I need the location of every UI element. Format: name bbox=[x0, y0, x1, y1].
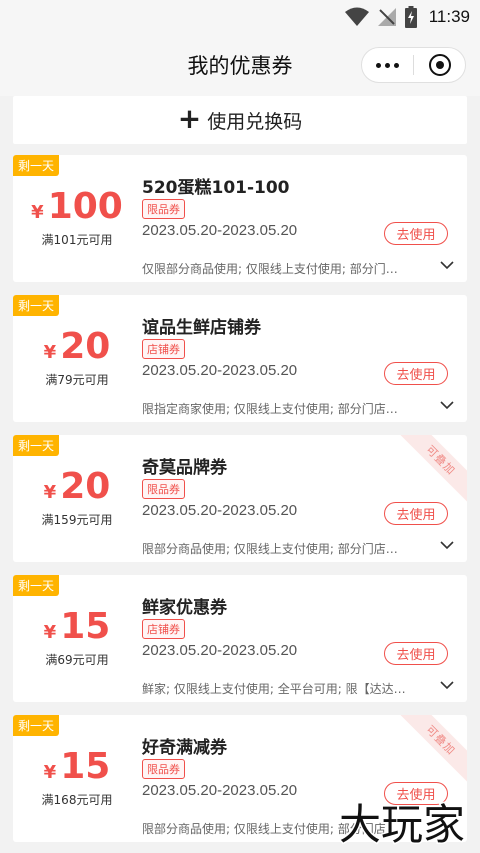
expiry-badge: 剩一天 bbox=[13, 715, 60, 736]
coupon-amount-box: ¥15 满168元可用 bbox=[13, 749, 141, 808]
use-coupon-button[interactable]: 去使用 bbox=[384, 642, 448, 665]
coupon-amount-box: ¥15 满69元可用 bbox=[13, 609, 141, 668]
use-coupon-button[interactable]: 去使用 bbox=[384, 502, 448, 525]
coupon-tag: 限品券 bbox=[142, 199, 185, 219]
more-button[interactable] bbox=[362, 48, 413, 82]
chevron-down-icon[interactable] bbox=[439, 539, 455, 551]
min-spend: 满159元可用 bbox=[41, 513, 113, 527]
coupon-tag: 限品券 bbox=[142, 479, 185, 499]
min-spend: 满168元可用 bbox=[41, 793, 113, 807]
coupon-amount-box: ¥20 满159元可用 bbox=[13, 469, 141, 528]
close-button[interactable] bbox=[414, 48, 465, 82]
chevron-down-icon[interactable] bbox=[439, 259, 455, 271]
coupon-amount: 15 bbox=[60, 606, 111, 647]
coupon-amount: 20 bbox=[60, 466, 111, 507]
expiry-badge: 剩一天 bbox=[13, 435, 60, 456]
coupon-tag: 限品券 bbox=[142, 759, 185, 779]
currency-symbol: ¥ bbox=[43, 342, 57, 363]
coupon-date-range: 2023.05.20-2023.05.20 bbox=[142, 782, 298, 799]
coupon-amount-box: ¥20 满79元可用 bbox=[13, 329, 141, 388]
currency-symbol: ¥ bbox=[43, 482, 57, 503]
status-icons: 11:39 bbox=[344, 6, 470, 28]
coupon-title: 好奇满减券 bbox=[142, 738, 227, 758]
mini-program-capsule bbox=[361, 47, 466, 83]
coupon-description: 限指定商家使用; 仅限线上支付使用; 部分门店… bbox=[142, 402, 398, 416]
plus-icon: + bbox=[177, 101, 202, 135]
coupon-description: 仅限部分商品使用; 仅限线上支付使用; 部分门… bbox=[142, 262, 398, 276]
coupon-date-range: 2023.05.20-2023.05.20 bbox=[142, 222, 298, 239]
coupon-card[interactable]: 剩一天 可叠加 ¥20 满159元可用 奇莫品牌券 限品券 2023.05.20… bbox=[13, 435, 467, 562]
coupon-date-range: 2023.05.20-2023.05.20 bbox=[142, 362, 298, 379]
coupon-title: 奇莫品牌券 bbox=[142, 458, 227, 478]
coupon-card[interactable]: 剩一天 ¥15 满69元可用 鲜家优惠券 店铺券 2023.05.20-2023… bbox=[13, 575, 467, 702]
min-spend: 满101元可用 bbox=[41, 233, 113, 247]
signal-icon bbox=[377, 8, 396, 26]
coupon-amount: 15 bbox=[60, 746, 111, 787]
coupon-date-range: 2023.05.20-2023.05.20 bbox=[142, 642, 298, 659]
coupon-tag: 店铺券 bbox=[142, 619, 185, 639]
redeem-code-label: 使用兑换码 bbox=[207, 110, 303, 133]
stackable-ribbon: 可叠加 bbox=[399, 715, 467, 782]
wifi-icon bbox=[344, 7, 369, 26]
coupon-date-range: 2023.05.20-2023.05.20 bbox=[142, 502, 298, 519]
expiry-badge: 剩一天 bbox=[13, 155, 60, 176]
more-icon bbox=[376, 62, 381, 68]
coupon-description: 限部分商品使用; 仅限线上支付使用; 部分门店… bbox=[142, 542, 398, 556]
status-bar: 11:39 bbox=[0, 0, 480, 34]
expiry-badge: 剩一天 bbox=[13, 575, 60, 596]
watermark-text: 大玩家 bbox=[339, 800, 465, 849]
coupon-title: 鲜家优惠券 bbox=[142, 598, 227, 618]
coupon-tag: 店铺券 bbox=[142, 339, 185, 359]
coupon-amount: 20 bbox=[60, 326, 111, 367]
coupon-title: 520蛋糕101-100 bbox=[142, 178, 290, 198]
coupon-card[interactable]: 剩一天 ¥20 满79元可用 谊品生鲜店铺券 店铺券 2023.05.20-20… bbox=[13, 295, 467, 422]
use-coupon-button[interactable]: 去使用 bbox=[384, 222, 448, 245]
currency-symbol: ¥ bbox=[43, 762, 57, 783]
nav-bar: 我的优惠券 bbox=[0, 34, 480, 96]
coupon-card[interactable]: 剩一天 ¥100 满101元可用 520蛋糕101-100 限品券 2023.0… bbox=[13, 155, 467, 282]
stackable-ribbon: 可叠加 bbox=[399, 435, 467, 502]
chevron-down-icon[interactable] bbox=[439, 399, 455, 411]
expiry-badge: 剩一天 bbox=[13, 295, 60, 316]
min-spend: 满69元可用 bbox=[45, 653, 109, 667]
coupon-amount: 100 bbox=[47, 186, 123, 227]
coupon-title: 谊品生鲜店铺券 bbox=[142, 318, 261, 338]
coupon-description: 鲜家; 仅限线上支付使用; 全平台可用; 限【达达… bbox=[142, 682, 406, 696]
status-time: 11:39 bbox=[428, 7, 470, 26]
min-spend: 满79元可用 bbox=[45, 373, 109, 387]
battery-icon bbox=[404, 6, 417, 28]
close-circle-icon bbox=[428, 54, 451, 76]
coupon-amount-box: ¥100 满101元可用 bbox=[13, 189, 141, 248]
chevron-down-icon[interactable] bbox=[439, 679, 455, 691]
currency-symbol: ¥ bbox=[31, 202, 44, 223]
watermark-logo: 大玩家 bbox=[337, 799, 466, 851]
use-coupon-button[interactable]: 去使用 bbox=[384, 362, 448, 385]
currency-symbol: ¥ bbox=[43, 622, 57, 643]
redeem-code-button[interactable]: + 使用兑换码 bbox=[13, 96, 467, 144]
